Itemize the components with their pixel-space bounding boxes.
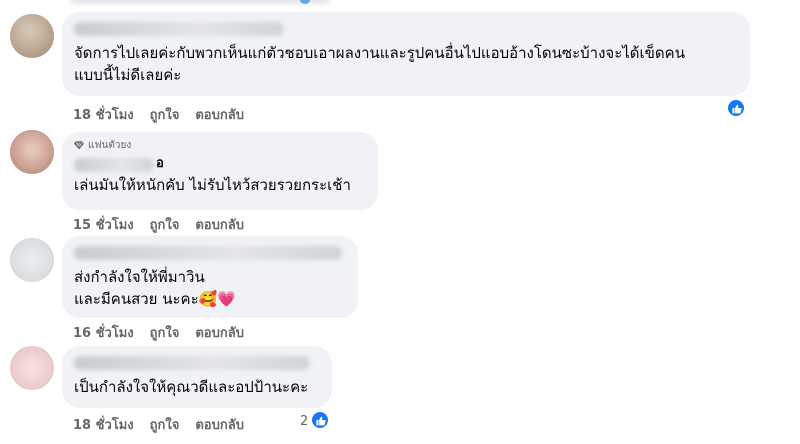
author-name[interactable] [74,246,342,260]
emoji: 🥰💗 [198,290,236,308]
diamond-icon [74,141,84,150]
timestamp[interactable]: 15 ชั่วโมง [73,214,134,235]
reaction-count[interactable]: 2 [300,414,308,429]
comment-bubble: เป็นกำลังใจให้คุณวดีและอปป้านะคะ [62,346,332,408]
timestamp[interactable]: 16 ชั่วโมง [73,322,134,343]
like-button[interactable]: ถูกใจ [150,214,180,235]
author-name[interactable] [74,22,284,36]
comment-bubble: จัดการไปเลยค่ะกับพวกเห็นแก่ตัวชอบเอาผลงา… [62,12,750,96]
avatar[interactable] [10,238,54,282]
comment-text: แบบนี้ไม่ดีเลยค่ะ [74,66,182,84]
like-button[interactable]: ถูกใจ [150,322,180,343]
like-reaction-icon[interactable] [310,410,330,430]
avatar[interactable] [10,346,54,390]
like-reaction-icon[interactable] [726,98,746,118]
comment-text: เล่นมันให้หนักคับ ไม่รับไหว้สวยรวยกระเช้… [74,176,351,194]
comment-text: ส่งกำลังใจให้พี่มาวิน [74,268,205,286]
like-button[interactable]: ถูกใจ [150,104,180,125]
comment-text: และมีคนสวย นะคะ🥰💗 [74,290,236,308]
comment-text: เป็นกำลังใจให้คุณวดีและอปป้านะคะ [74,378,309,396]
comment-text: จัดการไปเลยค่ะกับพวกเห็นแก่ตัวชอบเอาผลงา… [74,44,685,62]
reply-button[interactable]: ตอบกลับ [195,104,244,125]
fan-badge: แฟนตัวยง [74,138,366,152]
author-name-tail[interactable]: อ [156,153,164,175]
previous-comment-remnant [0,0,800,6]
comment-bubble: ส่งกำลังใจให้พี่มาวิน และมีคนสวย นะคะ🥰💗 [62,236,358,318]
reply-button[interactable]: ตอบกลับ [195,214,244,235]
reply-button[interactable]: ตอบกลับ [195,414,244,435]
reply-button[interactable]: ตอบกลับ [195,322,244,343]
author-name[interactable] [74,158,154,172]
comment-actions: 16 ชั่วโมง ถูกใจ ตอบกลับ [73,322,244,343]
comment-actions: 18 ชั่วโมง ถูกใจ ตอบกลับ [73,414,244,435]
author-name[interactable] [74,356,310,370]
avatar[interactable] [10,130,54,174]
comment-actions: 15 ชั่วโมง ถูกใจ ตอบกลับ [73,214,244,235]
avatar[interactable] [10,14,54,58]
badge-label: แฟนตัวยง [88,139,132,151]
thumbs-up-icon [731,104,742,113]
comment-actions: 18 ชั่วโมง ถูกใจ ตอบกลับ [73,104,244,125]
comment-bubble: แฟนตัวยง อ เล่นมันให้หนักคับ ไม่รับไหว้ส… [62,132,378,210]
timestamp[interactable]: 18 ชั่วโมง [73,414,134,435]
thumbs-up-icon [315,416,326,425]
like-button[interactable]: ถูกใจ [150,414,180,435]
timestamp[interactable]: 18 ชั่วโมง [73,104,134,125]
